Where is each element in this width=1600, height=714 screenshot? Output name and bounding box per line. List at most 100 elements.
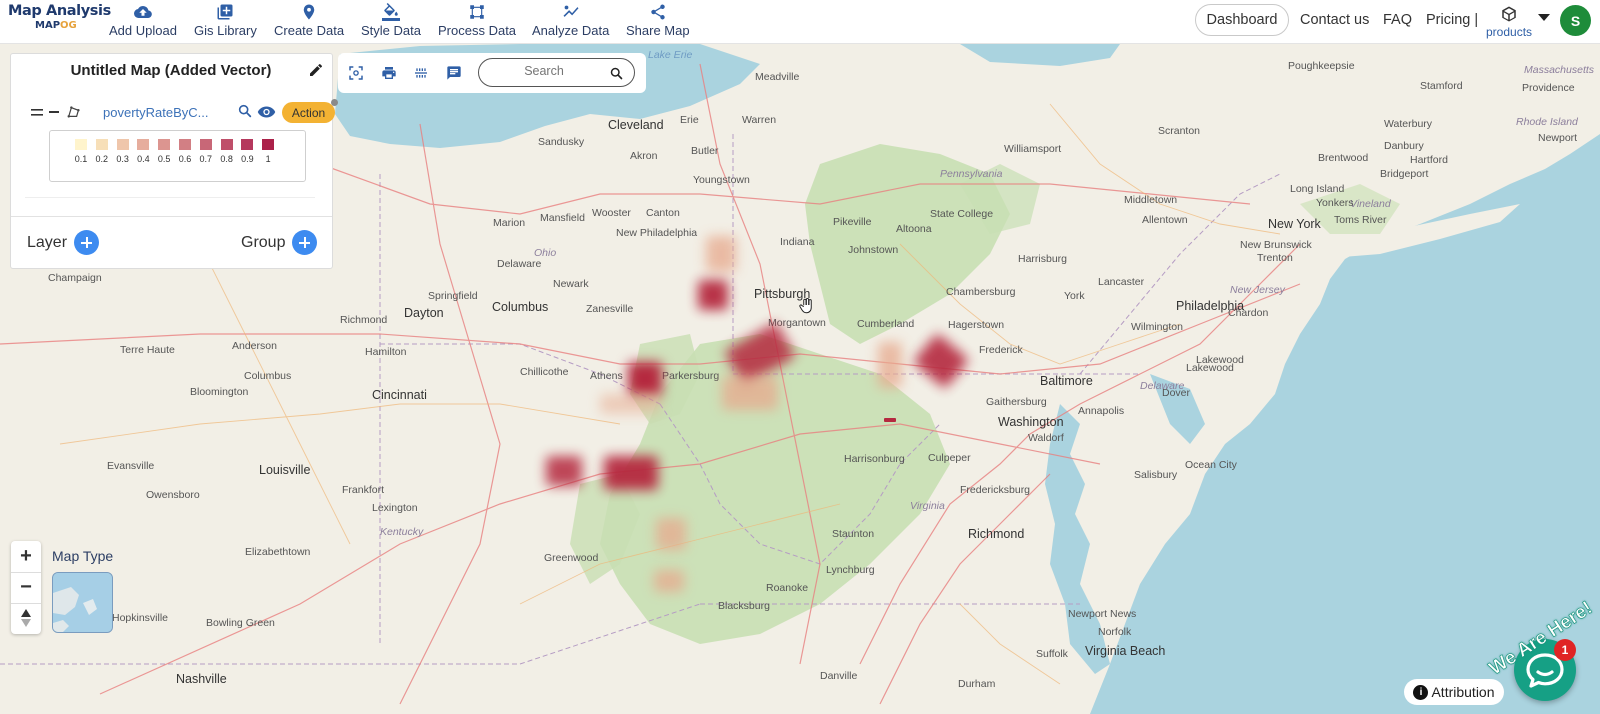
heat-cell [628,362,662,396]
layer-action-button[interactable]: Action [282,102,335,123]
city-label: Poughkeepsie [1288,60,1355,72]
city-label: Youngstown [693,174,750,186]
zoom-out-button[interactable]: − [11,572,41,602]
pencil-edit-icon[interactable] [308,62,324,78]
dashboard-button[interactable]: Dashboard [1195,4,1289,36]
nav-analyze-data[interactable]: Analyze Data [532,3,609,38]
city-label: Frederick [979,344,1023,356]
city-label: Culpeper [928,452,971,464]
nav-analyze-data-label: Analyze Data [532,23,610,38]
chat-notification-badge: 1 [1554,639,1576,661]
visibility-eye-icon[interactable] [257,104,276,120]
faq-link[interactable]: FAQ [1383,12,1412,28]
city-label: Wilmington [1131,321,1183,333]
nav-add-upload-label: Add Upload [109,23,177,38]
products-menu[interactable]: products [1486,5,1532,39]
city-label: Vineland [1350,198,1391,210]
city-label: Columbus [492,300,549,314]
city-label: Middletown [1124,194,1178,206]
nav-process-data[interactable]: Process Data [438,3,516,38]
city-label: Scranton [1158,125,1201,137]
comment-icon[interactable] [446,65,462,81]
city-label: Springfield [428,290,478,302]
zoom-to-layer-icon[interactable] [237,103,253,119]
contact-link[interactable]: Contact us [1300,12,1369,28]
state-massachusetts-label: Massachusetts [1524,64,1595,76]
share-icon [651,4,665,20]
city-label: Danville [820,670,858,682]
city-label: Newport News [1068,608,1137,620]
user-avatar[interactable]: S [1560,5,1591,36]
city-label: Columbus [244,370,292,382]
city-label: Lynchburg [826,564,875,576]
city-label: Bloomington [190,386,249,398]
search-icon[interactable] [609,66,624,81]
city-label: Cincinnati [372,388,427,402]
city-label: Butler [691,145,719,157]
city-label: Hopkinsville [112,612,169,624]
measure-icon[interactable] [413,65,429,81]
state-rhode-island-label: Rhode Island [1516,116,1578,128]
satellite-thumbnail-image [53,573,112,632]
drag-handle-icon[interactable] [31,108,43,117]
city-label: New Brunswick [1240,239,1312,251]
heat-cell [722,376,778,410]
city-label: Trenton [1257,252,1293,264]
nav-add-upload[interactable]: Add Upload [109,3,177,38]
city-label: Cumberland [857,318,915,330]
nav-create-data[interactable]: Create Data [274,3,344,38]
layer-row: povertyRateByC... Action [31,99,338,124]
legend-swatch [75,139,87,150]
city-label: Canton [646,207,680,219]
city-label: Meadville [755,71,800,83]
nav-share-map[interactable]: Share Map [626,3,690,38]
products-label: products [1486,25,1533,39]
city-label: Richmond [968,527,1025,541]
add-layer-button[interactable] [74,230,99,255]
legend-value: 0.4 [137,154,150,164]
city-label: Newport [1538,132,1578,144]
collapse-layer-icon[interactable] [49,111,59,113]
city-label: Stamford [1420,80,1463,92]
city-label: Lancaster [1098,276,1145,288]
map-search-input[interactable] [489,64,599,78]
brand-logo[interactable]: Map Analysis MAPOG [8,3,111,31]
city-label: Blacksburg [718,600,770,612]
heat-cell [600,394,660,414]
city-label: Parkersburg [662,370,720,382]
map-search-box[interactable] [478,58,635,87]
add-box-icon [217,4,233,20]
city-label: Allentown [1142,214,1188,226]
city-label: Louisville [259,463,311,477]
fit-bounds-icon[interactable] [348,65,364,81]
heat-cell [546,456,582,486]
add-group-button[interactable] [292,230,317,255]
chevron-down-icon[interactable] [1538,14,1550,22]
reset-bearing-button[interactable] [11,603,41,633]
city-label: Baltimore [1040,374,1093,388]
polygon-layer-icon [67,106,80,118]
map-type-thumbnail[interactable] [52,572,113,633]
city-label: Suffolk [1036,648,1068,660]
city-label: Harrisonburg [844,453,905,465]
city-label: Cleveland [608,118,664,132]
print-icon[interactable] [381,65,397,81]
legend-swatch [262,139,275,150]
legend-item: 0.3 [114,139,132,164]
layer-label: Layer [27,234,68,251]
city-label: Lakewood [1186,362,1234,374]
city-label: Athens [590,370,623,382]
legend-swatch [199,139,212,150]
nav-gis-library[interactable]: Gis Library [194,3,257,38]
legend-value: 1 [265,154,271,164]
city-label: Akron [630,150,658,162]
zoom-in-button[interactable]: + [11,541,41,571]
brand-title: Map Analysis [8,3,111,19]
nav-style-data[interactable]: Style Data [361,3,421,38]
layer-name-link[interactable]: povertyRateByC... [103,105,209,120]
attribution-button[interactable]: i Attribution [1404,679,1504,705]
paint-bucket-icon [381,3,400,21]
city-label: Long Island [1290,183,1345,195]
brand-sub-map: MAP [35,20,61,31]
pricing-link[interactable]: Pricing | [1426,12,1478,28]
